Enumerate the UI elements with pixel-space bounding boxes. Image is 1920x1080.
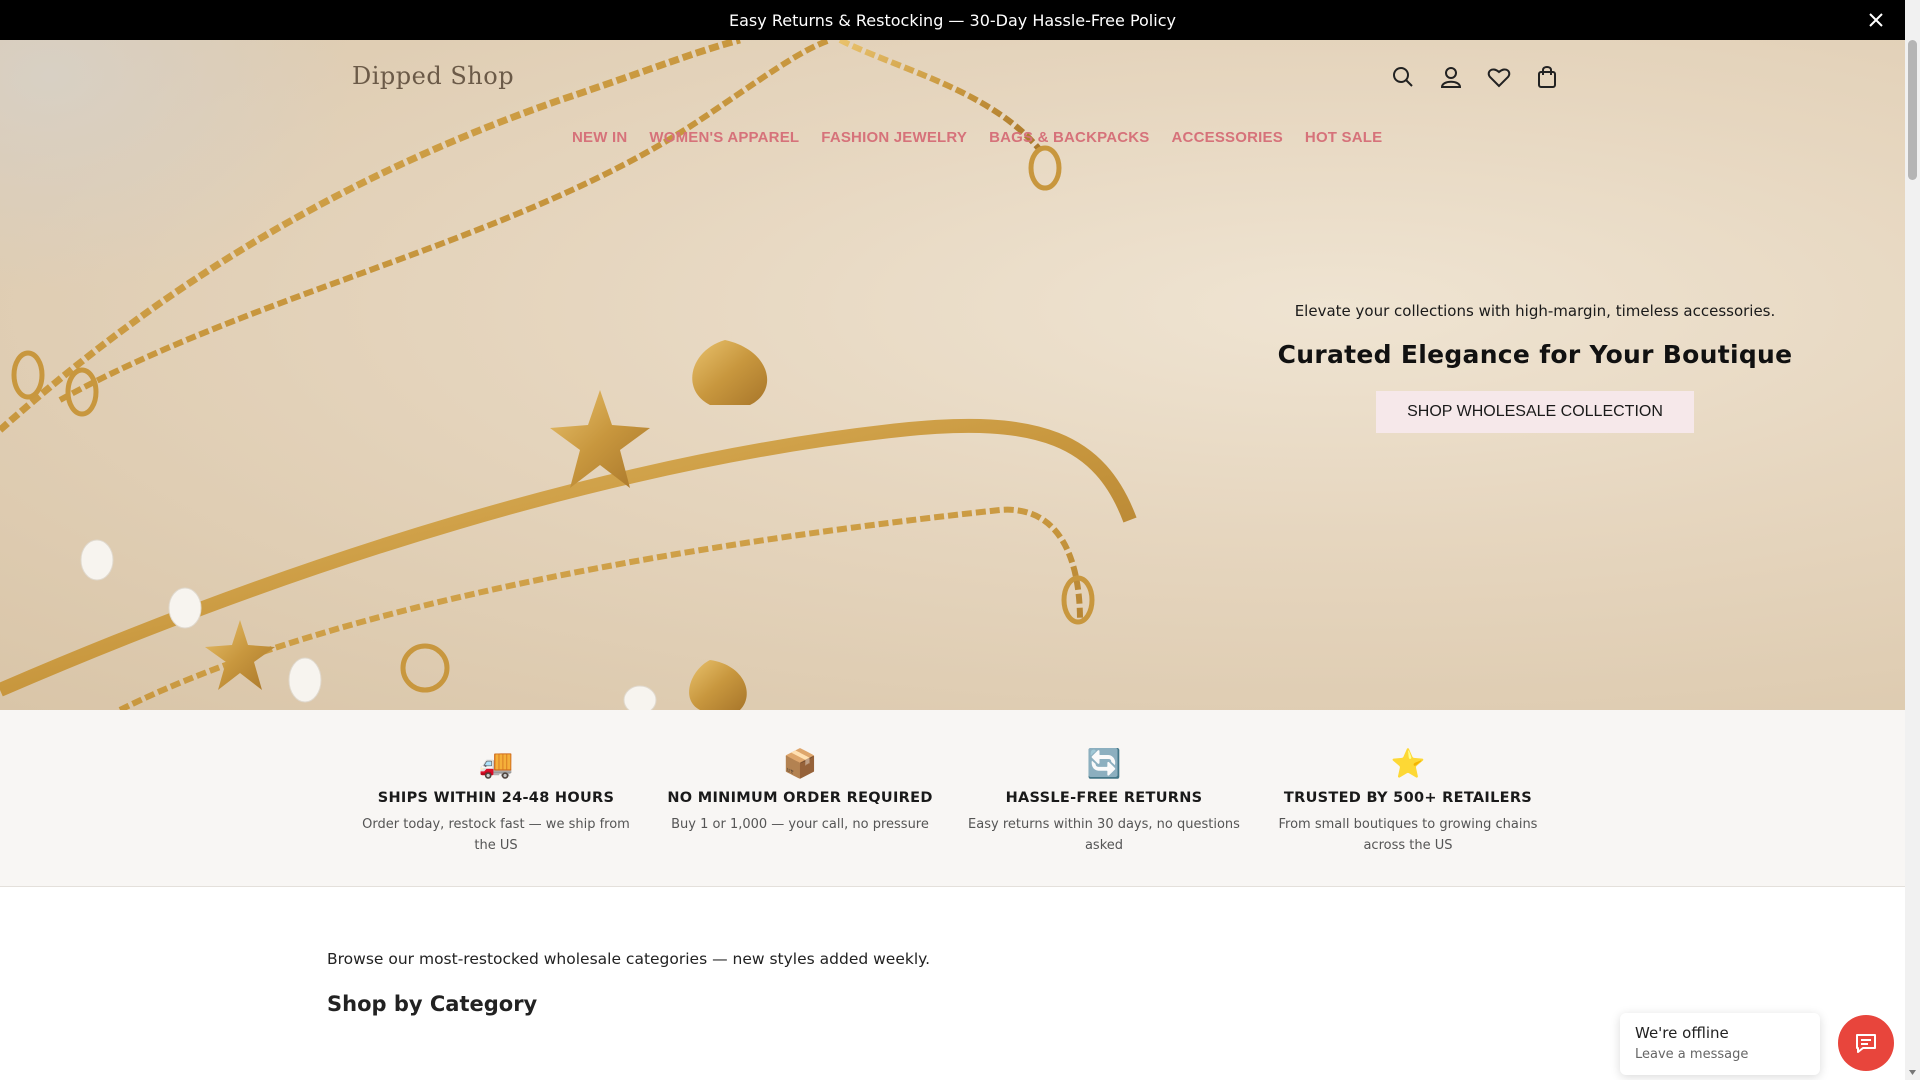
hero-copy: Elevate your collections with high-margi… (1270, 302, 1800, 433)
nav-item-accessories[interactable]: ACCESSORIES (1172, 129, 1283, 146)
nav-item-bags-backpacks[interactable]: BAGS & BACKPACKS (989, 129, 1149, 146)
package-icon: 📦 (782, 747, 818, 780)
nav-item-new-in[interactable]: NEW IN (572, 129, 627, 146)
page-scrollbar[interactable] (1905, 0, 1920, 1080)
feature-desc: Buy 1 or 1,000 — your call, no pressure (671, 817, 929, 832)
main-nav: NEW IN WOMEN'S APPAREL FASHION JEWELRY B… (572, 129, 1382, 146)
announcement-bar: Easy Returns & Restocking — 30-Day Hassl… (0, 0, 1905, 40)
search-icon[interactable] (1390, 64, 1416, 90)
chat-launcher-button[interactable] (1838, 1015, 1894, 1071)
scroll-down-icon[interactable] (1908, 1068, 1917, 1077)
nav-item-fashion-jewelry[interactable]: FASHION JEWELRY (821, 129, 967, 146)
wishlist-icon[interactable] (1486, 64, 1512, 90)
feature-returns: 🔄 HASSLE-FREE RETURNS Easy returns withi… (959, 744, 1249, 856)
star-icon: ⭐ (1390, 747, 1426, 780)
nav-item-womens-apparel[interactable]: WOMEN'S APPAREL (649, 129, 799, 146)
feature-title: TRUSTED BY 500+ RETAILERS (1283, 790, 1533, 806)
site-logo[interactable]: Dipped Shop (352, 62, 514, 90)
feature-title: SHIPS WITHIN 24-48 HOURS (377, 790, 615, 806)
truck-icon: 🚚 (478, 747, 514, 780)
scrollbar-thumb[interactable] (1908, 40, 1917, 180)
feature-title: HASSLE-FREE RETURNS (1005, 790, 1203, 806)
hero-title: Curated Elegance for Your Boutique (1277, 340, 1793, 369)
chat-status-card[interactable]: We're offline Leave a message (1620, 1013, 1820, 1075)
chat-icon (1856, 1034, 1876, 1053)
feature-desc: Easy returns within 30 days, no question… (968, 817, 1240, 853)
feature-title: NO MINIMUM ORDER REQUIRED (667, 790, 933, 806)
chat-leave-message: Leave a message (1635, 1047, 1749, 1062)
hero-subtitle: Elevate your collections with high-margi… (1294, 302, 1776, 320)
feature-desc: From small boutiques to growing chains a… (1278, 817, 1538, 853)
header-actions (1390, 64, 1560, 90)
feature-no-minimum: 📦 NO MINIMUM ORDER REQUIRED Buy 1 or 1,0… (655, 744, 945, 835)
cart-icon[interactable] (1534, 64, 1560, 90)
close-icon[interactable] (1865, 9, 1887, 31)
returns-icon: 🔄 (1086, 747, 1122, 780)
chat-status: We're offline (1635, 1024, 1729, 1042)
nav-item-hot-sale[interactable]: HOT SALE (1305, 129, 1382, 146)
feature-shipping: 🚚 SHIPS WITHIN 24-48 HOURS Order today, … (351, 744, 641, 856)
category-intro: Browse our most-restocked wholesale cate… (327, 950, 931, 968)
announcement-text: Easy Returns & Restocking — 30-Day Hassl… (729, 10, 1176, 30)
feature-desc: Order today, restock fast — we ship from… (362, 817, 630, 853)
category-section-title: Shop by Category (327, 992, 538, 1016)
account-icon[interactable] (1438, 64, 1464, 90)
shop-wholesale-button[interactable]: SHOP WHOLESALE COLLECTION (1376, 391, 1694, 433)
hero-banner: Dipped Shop NEW IN WOMEN'S APPAREL FASHI… (0, 40, 1905, 710)
feature-trusted: ⭐ TRUSTED BY 500+ RETAILERS From small b… (1263, 744, 1553, 856)
page: Easy Returns & Restocking — 30-Day Hassl… (0, 0, 1905, 1080)
features-strip: 🚚 SHIPS WITHIN 24-48 HOURS Order today, … (0, 710, 1905, 887)
